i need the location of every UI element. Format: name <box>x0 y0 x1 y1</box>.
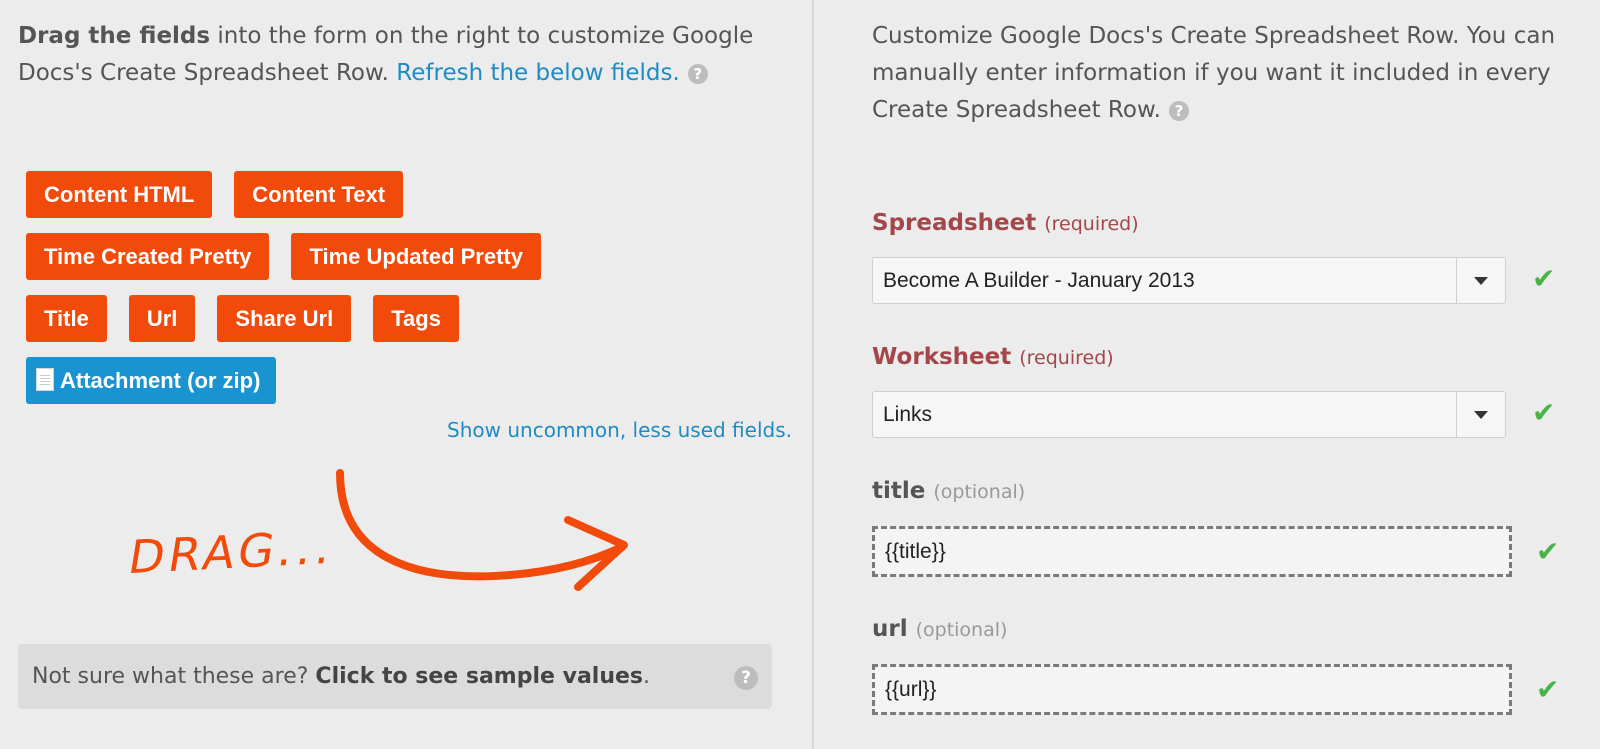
field-pill-share-url[interactable]: Share Url <box>217 295 352 342</box>
fields-panel: Drag the fields into the form on the rig… <box>0 0 812 749</box>
field-pill-attachment[interactable]: Attachment (or zip) <box>26 357 277 404</box>
sample-values-box[interactable]: Not sure what these are? Click to see sa… <box>18 644 772 709</box>
url-value: {{url}} <box>885 678 937 701</box>
document-icon <box>36 368 54 391</box>
spreadsheet-field: Spreadsheet (required) Become A Builder -… <box>872 210 1592 304</box>
url-label: url <box>872 616 908 642</box>
help-icon[interactable]: ? <box>687 63 708 84</box>
fields-intro: Drag the fields into the form on the rig… <box>18 18 798 92</box>
chevron-down-icon[interactable] <box>1456 258 1505 303</box>
worksheet-value: Links <box>883 403 933 426</box>
title-field: title (optional) {{title}} ✔ <box>872 478 1592 577</box>
spreadsheet-value: Become A Builder - January 2013 <box>883 269 1195 292</box>
form-intro: Customize Google Docs's Create Spreadshe… <box>872 18 1592 129</box>
drag-hint-text: DRAG... <box>124 519 340 585</box>
field-label: url (optional) <box>872 616 1592 642</box>
field-pill-tags[interactable]: Tags <box>373 295 459 342</box>
checkmark-icon: ✔ <box>1536 673 1560 706</box>
pill-row-1: Content HTML Content Text <box>26 171 806 218</box>
title-drop-input[interactable]: {{title}} <box>872 526 1512 577</box>
refresh-fields-link[interactable]: Refresh the below fields. <box>396 60 679 86</box>
field-pill-time-created-pretty[interactable]: Time Created Pretty <box>26 233 270 280</box>
draggable-fields: Content HTML Content Text Time Created Pr… <box>26 171 806 419</box>
pill-row-2: Time Created Pretty Time Updated Pretty <box>26 233 806 280</box>
sample-end: . <box>643 664 651 689</box>
optional-note: (optional) <box>933 481 1026 503</box>
spreadsheet-label: Spreadsheet <box>872 210 1037 236</box>
sample-text: Not sure what these are? <box>32 664 316 689</box>
worksheet-label: Worksheet <box>872 344 1012 370</box>
form-intro-text: Customize Google Docs's Create Spreadshe… <box>872 23 1556 123</box>
field-label: Worksheet (required) <box>872 344 1592 370</box>
field-pill-url[interactable]: Url <box>128 295 196 342</box>
field-pill-title[interactable]: Title <box>26 295 107 342</box>
url-field: url (optional) {{url}} ✔ <box>872 616 1592 715</box>
field-pill-time-updated-pretty[interactable]: Time Updated Pretty <box>291 233 541 280</box>
optional-note: (optional) <box>915 619 1008 641</box>
title-label: title <box>872 478 926 504</box>
chevron-down-icon[interactable] <box>1456 392 1505 437</box>
pill-row-4: Attachment (or zip) <box>26 357 806 404</box>
worksheet-field: Worksheet (required) Links ✔ <box>872 344 1592 438</box>
checkmark-icon: ✔ <box>1532 396 1556 429</box>
checkmark-icon: ✔ <box>1532 262 1556 295</box>
intro-bold-text: Drag the fields <box>18 23 211 49</box>
field-pill-content-html[interactable]: Content HTML <box>26 171 213 218</box>
pill-row-3: Title Url Share Url Tags <box>26 295 806 342</box>
help-icon[interactable]: ? <box>734 666 758 690</box>
field-label: title (optional) <box>872 478 1592 504</box>
attachment-label: Attachment (or zip) <box>60 368 261 393</box>
required-note: (required) <box>1044 213 1139 235</box>
drag-arrow-icon <box>336 469 628 591</box>
form-panel: Customize Google Docs's Create Spreadshe… <box>814 0 1600 749</box>
worksheet-select[interactable]: Links <box>872 391 1506 438</box>
help-icon[interactable]: ? <box>1168 100 1189 121</box>
url-drop-input[interactable]: {{url}} <box>872 664 1512 715</box>
checkmark-icon: ✔ <box>1536 535 1560 568</box>
spreadsheet-select[interactable]: Become A Builder - January 2013 <box>872 257 1506 304</box>
required-note: (required) <box>1019 347 1114 369</box>
field-pill-content-text[interactable]: Content Text <box>234 171 404 218</box>
show-uncommon-fields-link[interactable]: Show uncommon, less used fields. <box>447 418 792 442</box>
title-value: {{title}} <box>885 540 946 563</box>
sample-values-link[interactable]: Click to see sample values <box>315 664 643 689</box>
field-label: Spreadsheet (required) <box>872 210 1592 236</box>
